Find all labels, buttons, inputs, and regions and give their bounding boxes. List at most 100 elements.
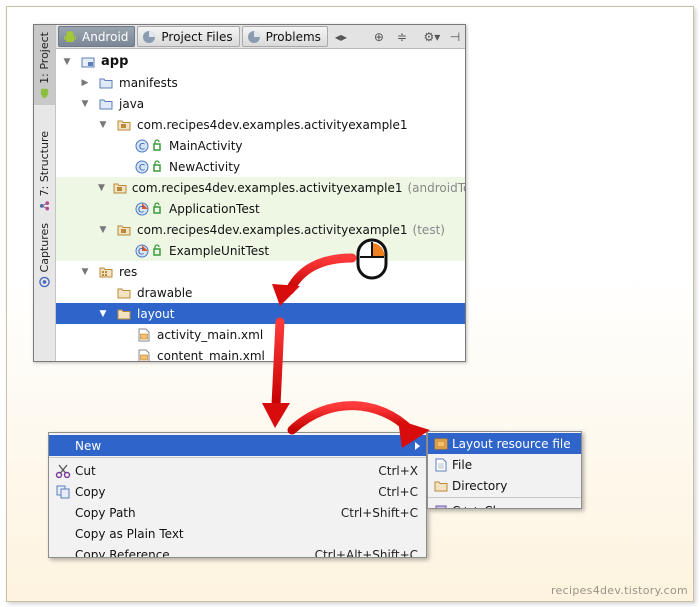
tree-label-app: app — [101, 54, 129, 69]
menu-item-copy-reference[interactable]: Copy Reference Ctrl+Alt+Shift+C — [49, 544, 426, 558]
tab-android[interactable]: Android — [58, 26, 136, 47]
side-tab-captures[interactable]: Captures — [34, 211, 55, 299]
module-icon — [80, 55, 96, 69]
tree-node-package-android-test[interactable]: ▼ com.recipes4dev.examples.activityexamp… — [56, 177, 465, 198]
gear-icon[interactable]: ⚙▾ — [422, 27, 442, 47]
side-tab-structure[interactable]: 7: Structure — [34, 121, 55, 221]
menu-item-copy-path[interactable]: Copy Path Ctrl+Shift+C — [49, 502, 426, 523]
side-tab-project[interactable]: 1: Project — [34, 25, 55, 105]
folder-icon — [98, 97, 114, 111]
menu-label-copy-path: Copy Path — [75, 505, 136, 520]
menu-item-copy[interactable]: Copy Ctrl+C — [49, 481, 426, 502]
tree-node-package-test[interactable]: ▼ com.recipes4dev.examples.activityexamp… — [56, 219, 465, 240]
problems-icon — [247, 30, 260, 43]
svg-text:C: C — [139, 163, 145, 173]
menu-separator — [49, 457, 426, 458]
menu-label-copy-reference: Copy Reference — [75, 547, 170, 558]
pin-icon[interactable]: ⊣ — [445, 27, 465, 47]
class-icon: C — [134, 138, 164, 153]
svg-text:C: C — [138, 205, 144, 215]
package-icon — [116, 118, 132, 132]
submenu-item-layout-resource-file[interactable]: Layout resource file — [428, 433, 581, 454]
tab-problems[interactable]: Problems — [241, 26, 328, 47]
tree-node-res[interactable]: ▼ res — [56, 261, 465, 282]
submenu-item-directory[interactable]: Directory — [428, 475, 581, 496]
test-class-icon: C — [134, 243, 164, 258]
structure-icon — [39, 201, 50, 211]
folder-icon — [430, 480, 452, 492]
tab-project-files-label: Project Files — [161, 29, 233, 44]
menu-item-new[interactable]: New — [49, 435, 426, 456]
menu-label-copy: Copy — [75, 484, 106, 499]
menu-item-cut[interactable]: Cut Ctrl+X — [49, 460, 426, 481]
captures-icon — [39, 276, 50, 288]
menu-shortcut-copy: Ctrl+C — [378, 484, 418, 499]
tree-node-app[interactable]: ▼ app — [56, 51, 465, 72]
android-icon — [40, 88, 49, 98]
svg-text:S: S — [438, 507, 443, 510]
tree-node-drawable[interactable]: drawable — [56, 282, 465, 303]
collapse-icon[interactable]: ≑ — [392, 27, 412, 47]
tree-node-application-test[interactable]: C ApplicationTest — [56, 198, 465, 219]
folder-icon — [116, 307, 132, 321]
tab-problems-label: Problems — [265, 29, 321, 44]
tree-label-package-test: com.recipes4dev.examples.activityexample… — [137, 222, 408, 237]
submenu-arrow-icon — [415, 442, 420, 450]
tree-label-content-main-xml: content_main.xml — [157, 348, 265, 362]
layout-file-icon — [430, 438, 452, 450]
tree-label-package-main: com.recipes4dev.examples.activityexample… — [137, 117, 408, 132]
submenu-label-file: File — [452, 457, 473, 472]
tree-node-new-activity[interactable]: C NewActivity — [56, 156, 465, 177]
tree-label-new-activity: NewActivity — [169, 159, 241, 174]
expand-arrow-icon[interactable]: ▼ — [98, 309, 108, 319]
tab-android-label: Android — [82, 29, 129, 44]
source-set-suffix: (test) — [412, 222, 445, 237]
menu-label-new: New — [75, 438, 102, 453]
file-icon — [430, 458, 452, 472]
submenu-item-cpp-class[interactable]: S C++ Class — [428, 500, 581, 510]
tab-project-files[interactable]: Project Files — [137, 26, 240, 47]
collapsed-arrow-icon[interactable]: ▶ — [80, 78, 90, 88]
expand-arrow-icon[interactable]: ▼ — [62, 57, 72, 67]
tree-label-res: res — [119, 264, 138, 279]
expand-arrow-icon[interactable]: ▼ — [80, 99, 90, 109]
tree-label-drawable: drawable — [137, 285, 193, 300]
package-icon — [113, 181, 127, 195]
submenu-label-cpp-class: C++ Class — [452, 504, 516, 509]
submenu-item-file[interactable]: File — [428, 454, 581, 475]
tree-label-activity-main-xml: activity_main.xml — [157, 327, 264, 342]
expand-arrow-icon[interactable]: ▼ — [80, 267, 90, 277]
folder-icon — [116, 286, 132, 300]
expand-arrow-icon[interactable]: ▼ — [98, 120, 108, 130]
svg-text:C: C — [138, 247, 144, 257]
scissors-icon — [51, 464, 75, 478]
resource-folder-icon — [98, 265, 114, 279]
tree-node-manifests[interactable]: ▶ manifests — [56, 72, 465, 93]
tree-node-activity-main-xml[interactable]: activity_main.xml — [56, 324, 465, 345]
tree-node-example-unit-test[interactable]: C ExampleUnitTest — [56, 240, 465, 261]
tree-label-package-android-test: com.recipes4dev.examples.activityexample… — [131, 180, 403, 195]
android-icon — [64, 30, 76, 42]
target-icon[interactable]: ⊕ — [369, 27, 389, 47]
submenu-label-directory: Directory — [452, 478, 508, 493]
context-menu: New Cut Ctrl+X Copy Ctrl+C Copy Path Ctr… — [48, 432, 427, 558]
new-submenu: Layout resource file File Directory S C+… — [427, 431, 582, 509]
menu-shortcut-copy-reference: Ctrl+Alt+Shift+C — [314, 547, 418, 558]
source-set-suffix: (androidTest) — [407, 180, 465, 195]
project-tool-window: 1: Project 7: Structure Captures Android… — [33, 24, 466, 362]
svg-text:C: C — [139, 142, 145, 152]
test-class-icon: C — [134, 201, 164, 216]
tree-node-package-main[interactable]: ▼ com.recipes4dev.examples.activityexamp… — [56, 114, 465, 135]
split-arrows-icon[interactable]: ◂▸ — [331, 27, 351, 47]
expand-arrow-icon[interactable]: ▼ — [98, 225, 108, 235]
tree-node-main-activity[interactable]: C MainActivity — [56, 135, 465, 156]
menu-item-copy-plain-text[interactable]: Copy as Plain Text — [49, 523, 426, 544]
folder-icon — [98, 76, 114, 90]
copy-icon — [51, 485, 75, 499]
tree-node-java[interactable]: ▼ java — [56, 93, 465, 114]
tree-label-layout: layout — [137, 306, 175, 321]
expand-arrow-icon[interactable]: ▼ — [98, 183, 105, 193]
tree-node-content-main-xml[interactable]: content_main.xml — [56, 345, 465, 362]
side-tab-captures-label: Captures — [38, 222, 51, 273]
tree-node-layout[interactable]: ▼ layout — [56, 303, 465, 324]
